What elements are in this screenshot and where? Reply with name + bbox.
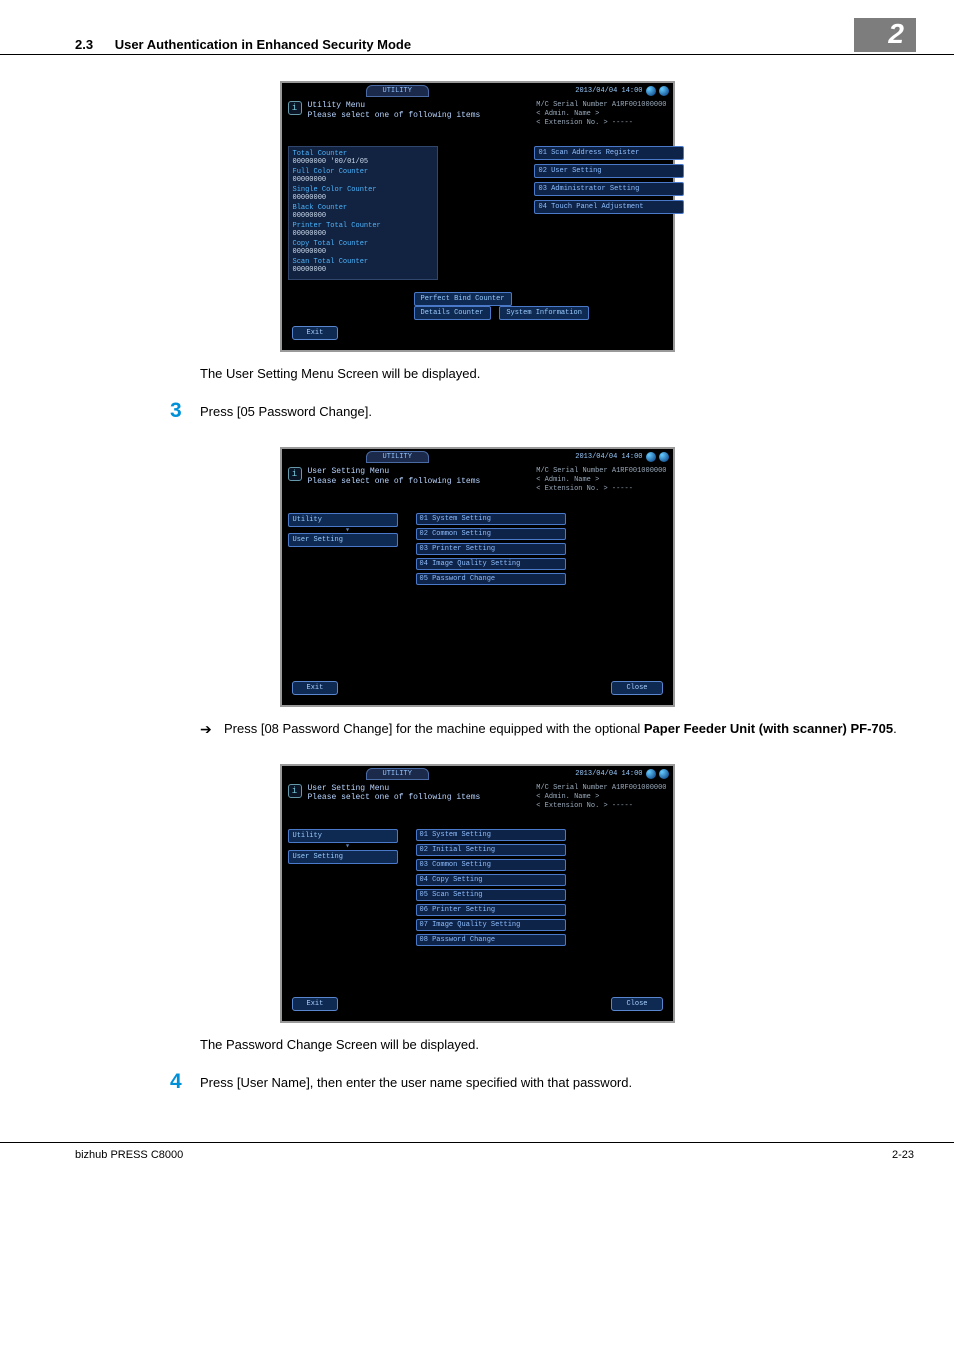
- info-icon: i: [288, 101, 302, 115]
- image-quality-setting-button[interactable]: 07 Image Quality Setting: [416, 919, 566, 931]
- user-setting-menu-panel-pf705: UTILITY 2013/04/04 14:00 i User Setting …: [280, 764, 675, 1023]
- step-4: 4 Press [User Name], then enter the user…: [170, 1070, 914, 1092]
- black-counter-label: Black Counter: [293, 204, 433, 212]
- close-button[interactable]: Close: [611, 997, 662, 1011]
- info-icon: i: [288, 784, 302, 798]
- help-icon[interactable]: [646, 452, 656, 462]
- section-number: 2.3: [75, 37, 93, 52]
- scan-total-counter-label: Scan Total Counter: [293, 258, 433, 266]
- printer-setting-button[interactable]: 06 Printer Setting: [416, 904, 566, 916]
- note-pf705: ➔ Press [08 Password Change] for the mac…: [200, 721, 914, 738]
- page-footer: bizhub PRESS C8000 2-23: [0, 1142, 954, 1179]
- page-header: 2.3 User Authentication in Enhanced Secu…: [0, 0, 954, 55]
- user-setting-menu-panel: UTILITY 2013/04/04 14:00 i User Setting …: [280, 447, 675, 706]
- utility-tab: UTILITY: [366, 768, 429, 780]
- password-change-button[interactable]: 08 Password Change: [416, 934, 566, 946]
- arrow-icon: ➔: [200, 721, 224, 738]
- scan-total-counter-value: 00000000: [293, 266, 433, 274]
- footer-product: bizhub PRESS C8000: [75, 1149, 183, 1161]
- system-setting-button[interactable]: 01 System Setting: [416, 829, 566, 841]
- machine-info: M/C Serial Number A1RF001000000 < Admin.…: [536, 467, 666, 494]
- printer-total-counter-value: 00000000: [293, 230, 433, 238]
- breadcrumb-utility[interactable]: Utility: [288, 513, 398, 527]
- initial-setting-button[interactable]: 02 Initial Setting: [416, 844, 566, 856]
- utility-tab: UTILITY: [366, 85, 429, 97]
- utility-menu-panel: UTILITY 2013/04/04 14:00 i Utility Menu …: [280, 81, 675, 352]
- panel-timestamp: 2013/04/04 14:00: [575, 453, 642, 461]
- utility-tab: UTILITY: [366, 451, 429, 463]
- panel-subtitle: Please select one of following items: [308, 477, 537, 487]
- service-icon[interactable]: [659, 86, 669, 96]
- info-icon: i: [288, 467, 302, 481]
- black-counter-value: 00000000: [293, 212, 433, 220]
- details-counter-button[interactable]: Details Counter: [414, 306, 491, 320]
- administrator-setting-button[interactable]: 03 Administrator Setting: [534, 182, 684, 196]
- footer-page: 2-23: [892, 1149, 914, 1161]
- step-3: 3 Press [05 Password Change].: [170, 399, 914, 421]
- step-text: Press [User Name], then enter the user n…: [200, 1070, 632, 1092]
- full-color-counter-label: Full Color Counter: [293, 168, 433, 176]
- service-icon[interactable]: [659, 452, 669, 462]
- exit-button[interactable]: Exit: [292, 326, 339, 340]
- touch-panel-adjustment-button[interactable]: 04 Touch Panel Adjustment: [534, 200, 684, 214]
- common-setting-button[interactable]: 02 Common Setting: [416, 528, 566, 540]
- step-number: 3: [170, 399, 200, 421]
- common-setting-button[interactable]: 03 Common Setting: [416, 859, 566, 871]
- system-information-button[interactable]: System Information: [499, 306, 589, 320]
- breadcrumb-user-setting[interactable]: User Setting: [288, 533, 398, 547]
- panel-timestamp: 2013/04/04 14:00: [575, 87, 642, 95]
- password-change-button[interactable]: 05 Password Change: [416, 573, 566, 585]
- chevron-down-icon: ▾: [288, 845, 408, 850]
- breadcrumb-user-setting[interactable]: User Setting: [288, 850, 398, 864]
- chapter-badge: 2: [854, 18, 916, 52]
- perfect-bind-counter-button[interactable]: Perfect Bind Counter: [414, 292, 512, 306]
- counter-block: Total Counter 00000000 '00/01/05 Full Co…: [288, 146, 438, 280]
- total-counter-label: Total Counter: [293, 150, 433, 158]
- service-icon[interactable]: [659, 769, 669, 779]
- full-color-counter-value: 00000000: [293, 176, 433, 184]
- panel-title: User Setting Menu: [308, 467, 537, 477]
- user-setting-button[interactable]: 02 User Setting: [534, 164, 684, 178]
- panel-timestamp: 2013/04/04 14:00: [575, 770, 642, 778]
- note-text-b: Paper Feeder Unit (with scanner) PF-705: [644, 721, 893, 736]
- panel-subtitle: Please select one of following items: [308, 793, 537, 803]
- caption-user-setting-displayed: The User Setting Menu Screen will be dis…: [200, 366, 914, 381]
- panel-title: Utility Menu: [308, 101, 537, 111]
- machine-info: M/C Serial Number A1RF001000000 < Admin.…: [536, 101, 666, 128]
- single-color-counter-label: Single Color Counter: [293, 186, 433, 194]
- machine-info: M/C Serial Number A1RF001000000 < Admin.…: [536, 784, 666, 811]
- scan-address-register-button[interactable]: 01 Scan Address Register: [534, 146, 684, 160]
- copy-total-counter-label: Copy Total Counter: [293, 240, 433, 248]
- copy-setting-button[interactable]: 04 Copy Setting: [416, 874, 566, 886]
- total-counter-value: 00000000 '00/01/05: [293, 158, 433, 166]
- scan-setting-button[interactable]: 05 Scan Setting: [416, 889, 566, 901]
- printer-setting-button[interactable]: 03 Printer Setting: [416, 543, 566, 555]
- printer-total-counter-label: Printer Total Counter: [293, 222, 433, 230]
- exit-button[interactable]: Exit: [292, 681, 339, 695]
- help-icon[interactable]: [646, 86, 656, 96]
- single-color-counter-value: 00000000: [293, 194, 433, 202]
- panel-subtitle: Please select one of following items: [308, 111, 537, 121]
- caption-password-change-displayed: The Password Change Screen will be displ…: [200, 1037, 914, 1052]
- copy-total-counter-value: 00000000: [293, 248, 433, 256]
- help-icon[interactable]: [646, 769, 656, 779]
- step-text: Press [05 Password Change].: [200, 399, 372, 421]
- image-quality-setting-button[interactable]: 04 Image Quality Setting: [416, 558, 566, 570]
- section-heading: 2.3 User Authentication in Enhanced Secu…: [75, 37, 411, 52]
- note-text-a: Press [08 Password Change] for the machi…: [224, 721, 644, 736]
- panel-title: User Setting Menu: [308, 784, 537, 794]
- step-number: 4: [170, 1070, 200, 1092]
- breadcrumb-utility[interactable]: Utility: [288, 829, 398, 843]
- note-text-c: .: [893, 721, 897, 736]
- system-setting-button[interactable]: 01 System Setting: [416, 513, 566, 525]
- exit-button[interactable]: Exit: [292, 997, 339, 1011]
- close-button[interactable]: Close: [611, 681, 662, 695]
- section-title: User Authentication in Enhanced Security…: [115, 37, 411, 52]
